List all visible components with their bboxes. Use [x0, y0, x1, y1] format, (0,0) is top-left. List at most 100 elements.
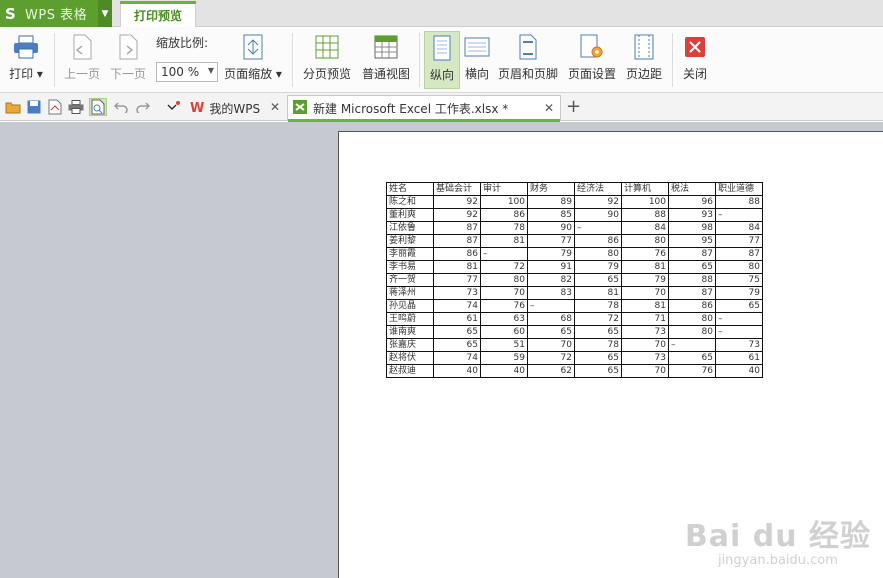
close-tab-icon[interactable]: ✕ [270, 100, 280, 114]
student-name-cell: 王鸣蔚 [386, 312, 434, 326]
student-name-cell: 陈之和 [386, 195, 434, 209]
score-cell: 95 [668, 234, 716, 248]
table-row: 张嘉庆 65 51 70 78 70–73 [386, 338, 763, 352]
score-cell: 76 [480, 299, 528, 313]
score-cell: 61 [715, 351, 763, 365]
score-cell: 65 [715, 299, 763, 313]
customize-toolbar-icon[interactable] [164, 98, 182, 116]
portrait-label: 纵向 [429, 68, 454, 82]
next-page-icon [115, 33, 141, 61]
table-row: 李书易 81 72 91 79 81 65 80 [386, 260, 763, 274]
score-cell: 73 [715, 338, 763, 352]
header-footer-button[interactable]: 页眉和页脚 [496, 31, 560, 89]
score-cell: 70 [621, 364, 669, 378]
table-header-cell: 审计 [480, 182, 528, 196]
student-name-cell: 赵叔迪 [386, 364, 434, 378]
ribbon-toolbar: 打印 ▾ 上一页 下一页 缩放比例: 100 % ▼ 页面缩放 ▾ 分页预览 普… [0, 27, 883, 93]
landscape-button[interactable]: 横向 [461, 31, 493, 89]
table-header-row: 姓名 基础会计 审计 财务 经济法 计算机 税法 职业道德 [386, 182, 763, 196]
wps-w-icon: W [190, 100, 205, 116]
score-cell: 86 [480, 208, 528, 222]
table-row: 董利爽 92 86 85 90 88 93– [386, 208, 763, 222]
table-row: 赵将伏 74 59 72 65 73 65 61 [386, 351, 763, 365]
prev-page-button[interactable]: 上一页 [62, 31, 102, 89]
new-tab-icon[interactable]: + [566, 96, 581, 117]
score-cell: – [715, 325, 763, 339]
page-zoom-label: 页面缩放 [224, 67, 273, 81]
page-break-preview-label: 分页预览 [302, 67, 351, 81]
redo-icon[interactable] [134, 98, 152, 116]
score-cell: 80 [621, 234, 669, 248]
table-row: 李丽霞 86–79 80 76 87 87 [386, 247, 763, 261]
score-cell: 98 [668, 221, 716, 235]
score-cell: 89 [527, 195, 575, 209]
score-cell: 80 [715, 260, 763, 274]
margins-button[interactable]: 页边距 [624, 31, 664, 89]
print-button[interactable]: 打印 ▾ [6, 31, 46, 89]
print-preview-icon[interactable] [89, 98, 107, 116]
save-icon[interactable] [25, 98, 43, 116]
score-cell: 86 [574, 234, 622, 248]
student-name-cell: 姜利黎 [386, 234, 434, 248]
close-label: 关闭 [682, 67, 707, 81]
tab-my-wps[interactable]: W 我的WPS ✕ [186, 95, 286, 121]
score-cell: 74 [433, 299, 481, 313]
prev-page-icon [69, 33, 95, 61]
score-cell: – [715, 312, 763, 326]
score-cell: 90 [574, 208, 622, 222]
close-tab-icon[interactable]: ✕ [544, 101, 554, 115]
score-cell: 78 [480, 221, 528, 235]
score-cell: 79 [574, 260, 622, 274]
normal-view-button[interactable]: 普通视图 [359, 31, 413, 89]
zoom-select[interactable]: 100 % ▼ [156, 62, 218, 82]
score-cell: 79 [527, 247, 575, 261]
app-menu-button[interactable]: S WPS 表格 ▼ [0, 0, 112, 27]
table-row: 齐一贺 77 80 82 65 79 88 75 [386, 273, 763, 287]
page-break-preview-button[interactable]: 分页预览 [300, 31, 354, 89]
spreadsheet-icon [292, 99, 308, 118]
score-cell: 65 [574, 364, 622, 378]
page-break-icon [314, 33, 340, 61]
student-name-cell: 蒋泽州 [386, 286, 434, 300]
page-zoom-button[interactable]: 页面缩放 ▾ [222, 31, 284, 89]
score-cell: 83 [527, 286, 575, 300]
score-table: 姓名 基础会计 审计 财务 经济法 计算机 税法 职业道德 陈之和 92 100 89 92 100 96… [386, 182, 763, 378]
score-cell: 65 [527, 325, 575, 339]
page-setup-button[interactable]: 页面设置 [566, 31, 618, 89]
close-preview-button[interactable]: 关闭 [678, 31, 712, 89]
app-menu-dropdown-icon[interactable]: ▼ [98, 0, 112, 27]
printer-icon [13, 33, 39, 61]
export-pdf-icon[interactable] [46, 98, 64, 116]
tab-my-wps-label: 我的WPS [209, 101, 261, 116]
table-row: 陈之和 92 100 89 92 100 96 88 [386, 195, 763, 209]
page-zoom-icon [240, 33, 266, 61]
open-folder-icon[interactable] [4, 98, 22, 116]
score-cell: 73 [621, 351, 669, 365]
score-cell: 88 [668, 273, 716, 287]
landscape-icon [464, 33, 490, 61]
tab-print-preview[interactable]: 打印预览 [120, 1, 196, 28]
score-cell: 72 [574, 312, 622, 326]
score-cell: 91 [527, 260, 575, 274]
score-cell: 65 [574, 351, 622, 365]
score-cell: 84 [715, 221, 763, 235]
portrait-button[interactable]: 纵向 [424, 31, 460, 89]
tab-excel-workbook[interactable]: 新建 Microsoft Excel 工作表.xlsx * ✕ [287, 95, 561, 122]
score-cell: 70 [480, 286, 528, 300]
score-cell: 90 [527, 221, 575, 235]
table-header-cell: 基础会计 [433, 182, 481, 196]
print-preview-area: 姓名 基础会计 审计 财务 经济法 计算机 税法 职业道德 陈之和 92 100 89 92 100 96… [0, 122, 883, 578]
table-row: 蒋泽州 73 70 83 81 70 87 79 [386, 286, 763, 300]
student-name-cell: 孙见晶 [386, 299, 434, 313]
table-row: 谁南爽 65 60 65 65 73 80– [386, 325, 763, 339]
next-page-button[interactable]: 下一页 [108, 31, 148, 89]
score-cell: 100 [480, 195, 528, 209]
table-header-cell: 税法 [668, 182, 716, 196]
score-cell: 79 [715, 286, 763, 300]
print-label: 打印 [9, 67, 34, 81]
print-quick-icon[interactable] [67, 98, 85, 116]
table-header-cell: 经济法 [574, 182, 622, 196]
score-cell: – [574, 221, 622, 235]
score-cell: 68 [527, 312, 575, 326]
undo-icon[interactable] [112, 98, 130, 116]
